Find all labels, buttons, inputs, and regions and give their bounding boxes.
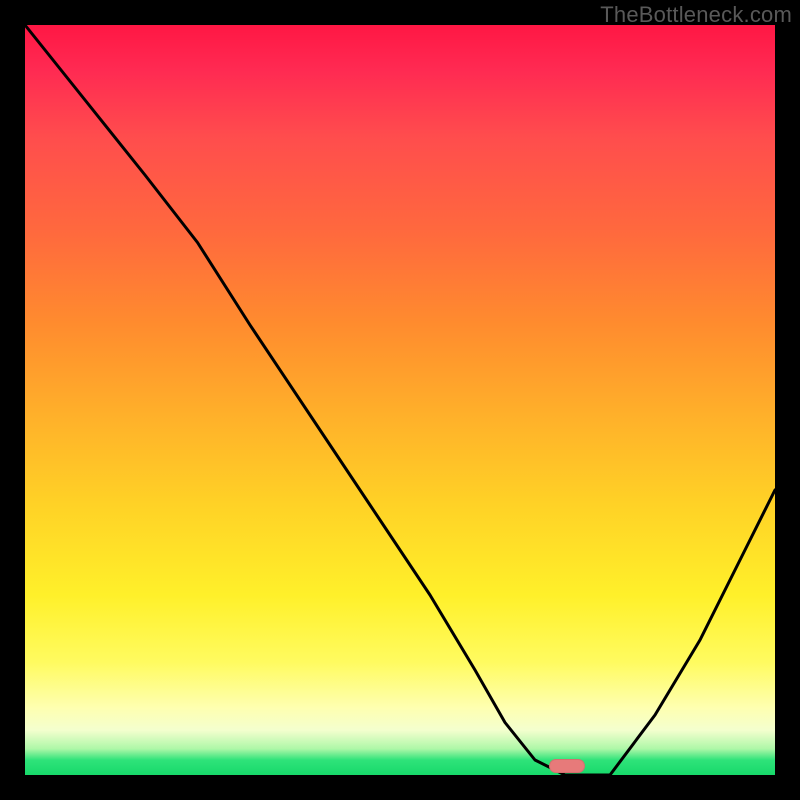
watermark-text: TheBottleneck.com: [600, 2, 792, 28]
optimal-point-marker: [549, 759, 585, 773]
bottleneck-curve: [25, 25, 775, 775]
chart-frame: TheBottleneck.com: [0, 0, 800, 800]
curve-path: [25, 25, 775, 775]
